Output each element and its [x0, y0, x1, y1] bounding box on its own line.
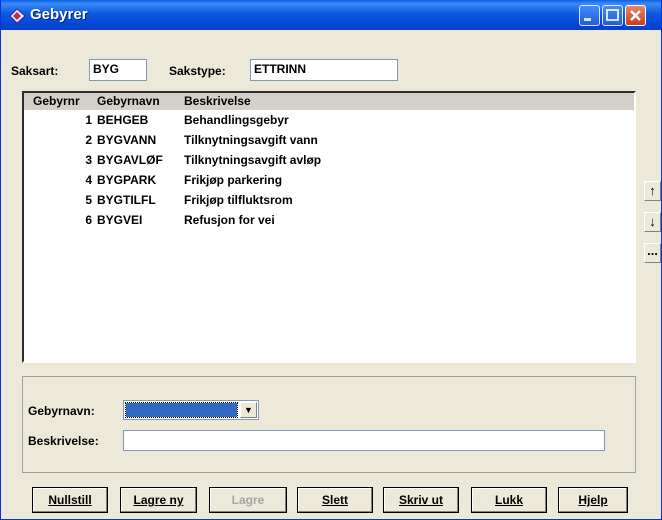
- row-gebyrnavn: BYGVANN: [97, 133, 157, 147]
- gebyrer-window: Gebyrer Saksart: BYG Sakstype: ETTRINN G…: [0, 0, 662, 520]
- saksart-label: Saksart:: [11, 64, 59, 78]
- row-beskrivelse: Tilknytningsavgift avløp: [184, 153, 322, 167]
- gebyr-list[interactable]: Gebyrnr Gebyrnavn Beskrivelse 1 BEHGEB B…: [22, 91, 636, 363]
- table-row[interactable]: 3 BYGAVLØF Tilknytningsavgift avløp: [24, 153, 634, 173]
- row-beskrivelse: Behandlingsgebyr: [184, 113, 289, 127]
- move-down-button[interactable]: ↓: [644, 212, 661, 232]
- row-gebyrnr: 4: [85, 173, 92, 187]
- chevron-down-icon[interactable]: ▼: [240, 402, 257, 418]
- column-header-beskrivelse[interactable]: Beskrivelse: [184, 94, 251, 108]
- beskrivelse-label: Beskrivelse:: [28, 434, 99, 448]
- table-row[interactable]: 4 BYGPARK Frikjøp parkering: [24, 173, 634, 193]
- app-icon: [9, 8, 26, 24]
- window-title: Gebyrer: [30, 6, 88, 23]
- maximize-icon: [606, 9, 619, 21]
- maximize-button[interactable]: [602, 5, 623, 26]
- table-row[interactable]: 5 BYGTILFL Frikjøp tilfluktsrom: [24, 193, 634, 213]
- title-bar[interactable]: Gebyrer: [1, 0, 661, 30]
- row-beskrivelse: Frikjøp parkering: [184, 173, 283, 187]
- edit-groupbox: [22, 376, 636, 473]
- row-beskrivelse: Refusjon for vei: [184, 213, 275, 227]
- ellipsis-icon: ...: [647, 243, 658, 258]
- column-header-gebyrnavn[interactable]: Gebyrnavn: [97, 94, 160, 108]
- column-header-gebyrnr[interactable]: Gebyrnr: [33, 94, 80, 108]
- row-gebyrnavn: BYGAVLØF: [97, 153, 163, 167]
- row-gebyrnr: 2: [85, 133, 92, 147]
- row-gebyrnavn: BEHGEB: [97, 113, 149, 127]
- nullstill-button[interactable]: Nullstill: [32, 487, 108, 513]
- gebyrnavn-dropdown[interactable]: ▼: [123, 400, 259, 420]
- row-gebyrnavn: BYGPARK: [97, 173, 157, 187]
- row-gebyrnr: 3: [85, 153, 92, 167]
- close-icon: [630, 10, 641, 21]
- row-gebyrnavn: BYGVEI: [97, 213, 143, 227]
- row-beskrivelse: Frikjøp tilfluktsrom: [184, 193, 293, 207]
- slett-button[interactable]: Slett: [297, 487, 373, 513]
- move-up-button[interactable]: ↑: [644, 181, 661, 201]
- arrow-down-icon: ↓: [649, 214, 656, 229]
- skriv-ut-button[interactable]: Skriv ut: [383, 487, 459, 513]
- close-button[interactable]: [625, 5, 646, 26]
- row-gebyrnr: 5: [85, 193, 92, 207]
- beskrivelse-field[interactable]: [123, 430, 605, 451]
- gebyrnavn-label: Gebyrnavn:: [28, 404, 95, 418]
- row-gebyrnr: 6: [85, 213, 92, 227]
- more-button[interactable]: ...: [644, 243, 661, 263]
- saksart-field[interactable]: BYG: [89, 59, 147, 81]
- lagre-ny-button[interactable]: Lagre ny: [120, 487, 197, 513]
- table-row[interactable]: 6 BYGVEI Refusjon for vei: [24, 213, 634, 233]
- table-row[interactable]: 1 BEHGEB Behandlingsgebyr: [24, 113, 634, 133]
- hjelp-button[interactable]: Hjelp: [558, 487, 628, 513]
- list-header: Gebyrnr Gebyrnavn Beskrivelse: [24, 93, 634, 110]
- sakstype-label: Sakstype:: [169, 64, 226, 78]
- lukk-button[interactable]: Lukk: [471, 487, 547, 513]
- dropdown-selection: [125, 402, 238, 418]
- minimize-icon: [584, 18, 591, 21]
- arrow-up-icon: ↑: [649, 183, 656, 198]
- sakstype-field[interactable]: ETTRINN: [250, 59, 398, 81]
- row-gebyrnavn: BYGTILFL: [97, 193, 156, 207]
- table-row[interactable]: 2 BYGVANN Tilknytningsavgift vann: [24, 133, 634, 153]
- row-gebyrnr: 1: [85, 113, 92, 127]
- minimize-button[interactable]: [579, 5, 600, 26]
- row-beskrivelse: Tilknytningsavgift vann: [184, 133, 318, 147]
- lagre-button[interactable]: Lagre: [209, 487, 287, 513]
